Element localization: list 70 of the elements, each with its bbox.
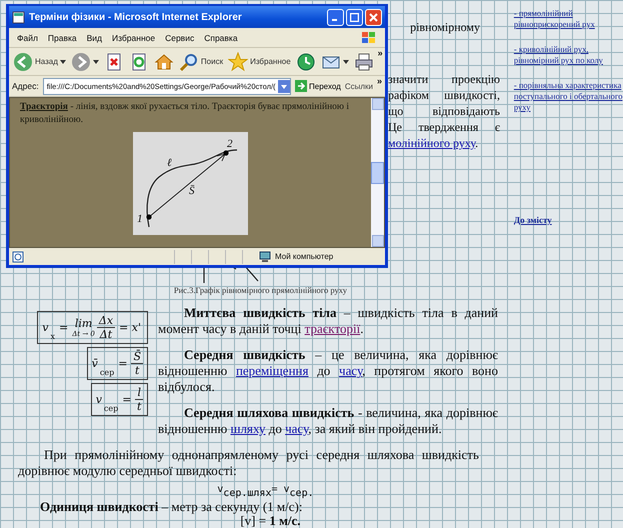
formula: [v] = 1 м/с.: [240, 514, 301, 528]
text-link[interactable]: шляху: [230, 421, 266, 436]
minimize-icon: [332, 19, 336, 21]
computer-icon: [259, 250, 271, 262]
window-title: Терміни фізики - Microsoft Internet Explorer: [29, 12, 242, 22]
unit-definition: Одиниця швидкості – метр за секунду (1 м/с):: [39, 499, 304, 514]
favorites-button[interactable]: Избранное: [227, 52, 292, 72]
search-icon: [178, 52, 199, 72]
dropdown-icon[interactable]: [278, 80, 290, 92]
print-button[interactable]: [352, 52, 375, 72]
address-label: Адрес:: [12, 81, 39, 91]
point-label: 2: [227, 138, 232, 150]
links-button[interactable]: Ссылки: [344, 82, 373, 90]
paragraph-text: що відповідають: [388, 103, 500, 119]
paragraph-text: значити проекцію: [388, 71, 500, 87]
text-link[interactable]: переміщення: [236, 363, 308, 378]
minimize-button[interactable]: [327, 8, 344, 26]
close-icon: [369, 12, 378, 22]
sidebar-link[interactable]: - порівняльна характеристика поступального і обертального руху: [514, 80, 623, 113]
forward-button[interactable]: [70, 52, 100, 72]
go-button[interactable]: Переход: [295, 80, 341, 92]
home-button[interactable]: [152, 52, 175, 72]
point-label: 1: [137, 213, 142, 225]
search-button[interactable]: Поиск: [178, 52, 224, 72]
menu-item[interactable]: Справка: [204, 32, 238, 42]
page-icon: [12, 10, 25, 24]
more-button[interactable]: »: [376, 76, 382, 86]
more-button[interactable]: »: [378, 48, 383, 58]
definition-paragraph: Середня шляхова швидкість - величина, яка дорівнює відношенню шляху до часу, за який він пройдений.: [158, 405, 498, 437]
text-link[interactable]: траєкторії: [304, 321, 360, 336]
text-link[interactable]: молінійного руху: [388, 136, 476, 150]
menu-item[interactable]: Файл: [17, 32, 38, 42]
sidebar-link[interactable]: - криволінійний рух, рівномірний рух по колу: [514, 44, 623, 66]
text-link[interactable]: часу: [285, 421, 308, 436]
go-arrow-icon: [295, 80, 308, 92]
text-link[interactable]: часу: [339, 363, 362, 378]
menu-item[interactable]: Избранное: [112, 32, 156, 42]
paragraph-text: рафіком швидкості,: [388, 87, 500, 103]
menu-item[interactable]: Сервис: [165, 32, 194, 42]
text-link[interactable]: Траєкторія: [20, 102, 68, 112]
definition-paragraph: Середня швидкість – це величина, яка дорівнює відношенню переміщення до часу, протягом якого воно відбулося.: [158, 347, 498, 395]
displacement-label: S̄: [189, 185, 194, 197]
history-button[interactable]: [294, 52, 317, 72]
caret-icon: [60, 60, 66, 64]
caret-icon: [92, 60, 99, 64]
maximize-button[interactable]: [346, 8, 363, 26]
contents-link[interactable]: До змісту: [514, 215, 623, 226]
definition-text: Траєкторія - лінія, вздовж якої рухається тіло. Траєкторія буває прямолінійною і криволінійною.: [20, 101, 350, 127]
heading-text: рівномірному: [409, 20, 481, 35]
paragraph-text: При прямолінійному однонапрямленому русі середня шляхова швидкість дорівнює модулю середньої швидкості:: [17, 447, 480, 479]
paragraph-text: .: [475, 136, 478, 150]
printer-icon: [354, 52, 374, 72]
scrollbar[interactable]: [371, 98, 384, 247]
close-button[interactable]: [365, 8, 382, 26]
caret-icon: [342, 60, 349, 64]
status-text: Мой компьютер: [275, 252, 334, 261]
menu-item[interactable]: Вид: [86, 32, 102, 42]
clock-icon: [296, 52, 316, 72]
home-icon: [154, 52, 174, 72]
maximize-icon: [350, 12, 359, 22]
menu-item[interactable]: Правка: [48, 32, 77, 42]
sidebar-link[interactable]: - прямолінійний рівноприскорений рух: [514, 8, 623, 30]
page-icon: [12, 250, 24, 262]
paragraph-text: Це твердження є: [388, 119, 500, 135]
flag-icon: [361, 30, 377, 44]
definition-paragraph: Миттєва швидкість тіла – швидкість тіла в даний момент часу в даній точці траєкторії.: [158, 305, 498, 337]
path-label: ℓ: [167, 157, 172, 169]
back-button[interactable]: Назад: [12, 52, 67, 72]
star-icon: [228, 52, 248, 72]
figure-caption: Рис.3.Графік рівномірного прямолінійного руху: [172, 285, 348, 297]
